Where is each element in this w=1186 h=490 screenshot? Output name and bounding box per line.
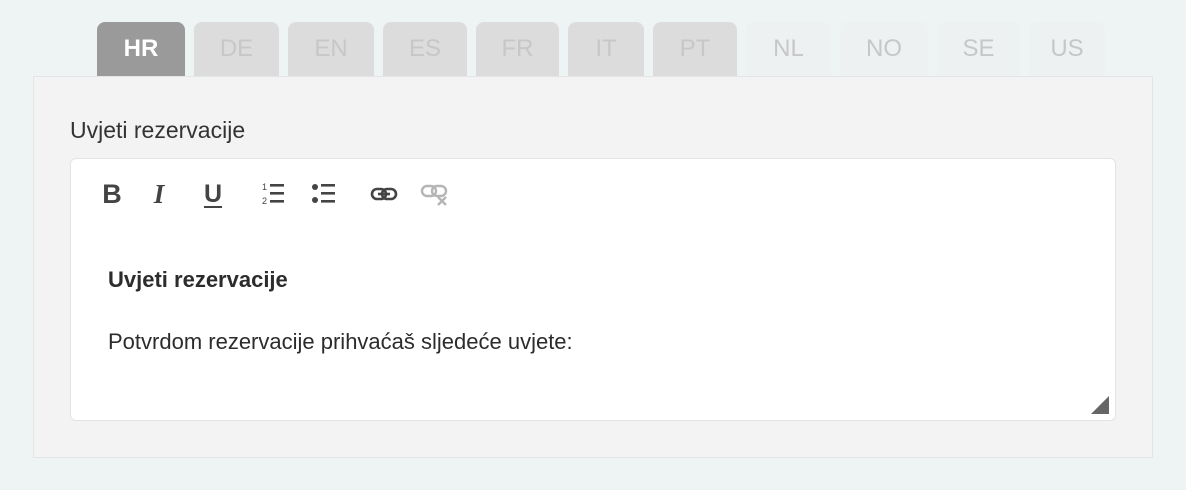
svg-text:1: 1 <box>262 182 267 192</box>
content-paragraph: Potvrdom rezervacije prihvaćaš sljedeće … <box>108 329 573 354</box>
resize-handle[interactable] <box>1091 396 1109 414</box>
editor-content[interactable]: Uvjeti rezervacije Potvrdom rezervacije … <box>108 267 573 355</box>
language-tabs: HR DE EN ES FR IT PT NL NO SE US <box>97 22 1105 76</box>
link-icon[interactable] <box>370 179 398 209</box>
tab-it[interactable]: IT <box>568 22 644 76</box>
underline-icon[interactable]: U <box>199 179 227 209</box>
italic-icon[interactable]: I <box>148 179 170 209</box>
tab-hr[interactable]: HR <box>97 22 185 76</box>
tab-us[interactable]: US <box>1029 22 1105 76</box>
rich-text-editor[interactable]: B I U 1 2 Uvjeti rezervacije Potvrdom re… <box>70 158 1116 421</box>
tab-es[interactable]: ES <box>383 22 467 76</box>
svg-text:2: 2 <box>262 196 267 206</box>
unlink-icon <box>420 179 450 209</box>
tab-en[interactable]: EN <box>288 22 374 76</box>
tab-fr[interactable]: FR <box>476 22 559 76</box>
bold-icon[interactable]: B <box>99 179 125 209</box>
content-heading: Uvjeti rezervacije <box>108 267 288 292</box>
bullet-list-icon[interactable] <box>310 179 338 209</box>
tab-se[interactable]: SE <box>937 22 1020 76</box>
editor-toolbar: B I U 1 2 <box>71 159 1115 229</box>
tab-pt[interactable]: PT <box>653 22 737 76</box>
field-label: Uvjeti rezervacije <box>70 117 246 143</box>
tab-nl[interactable]: NL <box>746 22 831 76</box>
ordered-list-icon[interactable]: 1 2 <box>259 179 287 209</box>
tab-no[interactable]: NO <box>840 22 928 76</box>
tab-de[interactable]: DE <box>194 22 279 76</box>
